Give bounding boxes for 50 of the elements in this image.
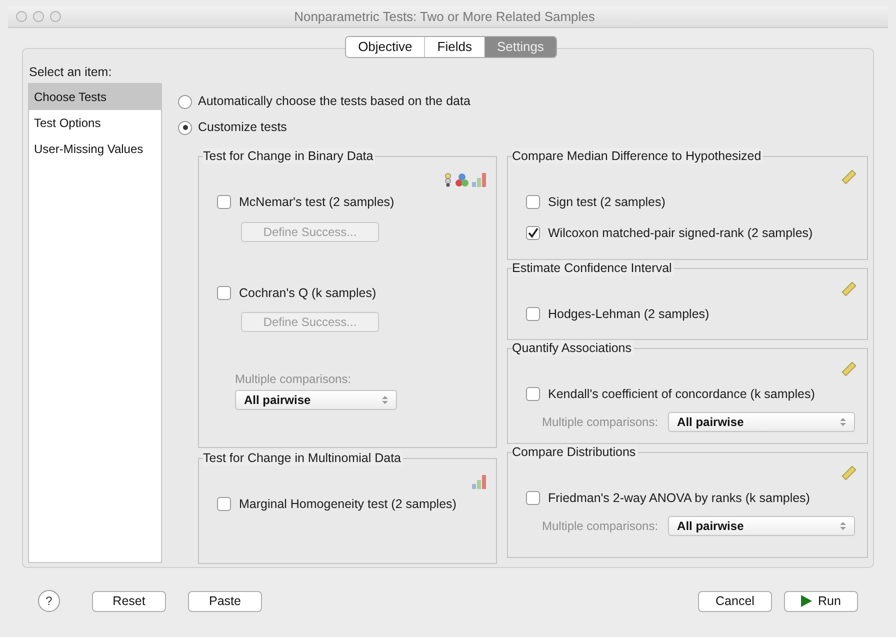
- window-control[interactable]: [16, 11, 27, 22]
- window-title: Nonparametric Tests: Two or More Related Samples: [294, 8, 595, 26]
- checkbox-label: McNemar's test (2 samples): [239, 194, 394, 211]
- checkbox[interactable]: [526, 491, 540, 506]
- dropdown[interactable]: All pairwise: [668, 412, 855, 432]
- multiple-comparisons-label: Multiple comparisons:: [235, 371, 352, 388]
- sidebar-heading: Select an item:: [28, 64, 113, 81]
- checkbox[interactable]: [526, 195, 540, 210]
- checkbox[interactable]: [526, 387, 540, 402]
- play-icon: [801, 595, 812, 607]
- dropdown[interactable]: All pairwise: [668, 516, 855, 536]
- checkbox-label: Friedman's 2-way ANOVA by ranks (k samples): [548, 490, 810, 507]
- radio-label: Automatically choose the tests based on the data: [198, 93, 470, 110]
- checkbox[interactable]: [217, 497, 231, 512]
- checkbox[interactable]: [217, 195, 231, 210]
- multiple-comparisons-label: Multiple comparisons:: [542, 518, 658, 534]
- window-control[interactable]: [33, 11, 44, 22]
- checkbox-label: Wilcoxon matched-pair signed-rank (2 samples): [548, 224, 813, 242]
- checkbox-label: Kendall's coefficient of concordance (k samples): [548, 386, 815, 403]
- footer-button[interactable]: Run: [784, 590, 858, 612]
- bar-chart-icon: [472, 172, 486, 187]
- window-control[interactable]: [50, 11, 61, 22]
- checkbox-label: Cochran's Q (k samples): [239, 284, 376, 302]
- radio-label: Customize tests: [198, 119, 287, 136]
- sidebar-item[interactable]: Test Options: [29, 110, 161, 136]
- up-down-arrows-icon: [840, 520, 846, 530]
- checkbox-label: Marginal Homogeneity test (2 samples): [239, 496, 456, 513]
- radio-button[interactable]: [178, 94, 192, 109]
- up-down-arrows-icon: [840, 416, 846, 426]
- checkbox-label: Sign test (2 samples): [548, 194, 666, 211]
- footer-button[interactable]: Reset: [92, 590, 166, 612]
- radio-button[interactable]: [178, 120, 192, 135]
- footer-button[interactable]: Paste: [188, 590, 262, 612]
- sidebar-item[interactable]: User-Missing Values: [29, 136, 161, 162]
- checkbox[interactable]: [526, 307, 540, 322]
- checkbox-label: Hodges-Lehman (2 samples): [548, 306, 710, 323]
- help-button[interactable]: ?: [38, 590, 60, 612]
- multiple-comparisons-label: Multiple comparisons:: [542, 414, 658, 430]
- dropdown[interactable]: All pairwise: [235, 390, 397, 410]
- group-title: Test for Change in Multinomial Data: [203, 450, 404, 466]
- tab[interactable]: Objective: [346, 37, 424, 57]
- sidebar-item[interactable]: Choose Tests: [29, 84, 161, 110]
- circles-icon: [455, 172, 469, 187]
- tab[interactable]: Fields: [424, 37, 484, 57]
- checkbox[interactable]: [217, 286, 231, 300]
- footer-button[interactable]: Cancel: [698, 590, 772, 612]
- bar-chart-icon: [472, 474, 486, 489]
- stacked-dots-icon: [444, 172, 452, 187]
- checkbox[interactable]: [526, 226, 540, 240]
- up-down-arrows-icon: [382, 395, 388, 406]
